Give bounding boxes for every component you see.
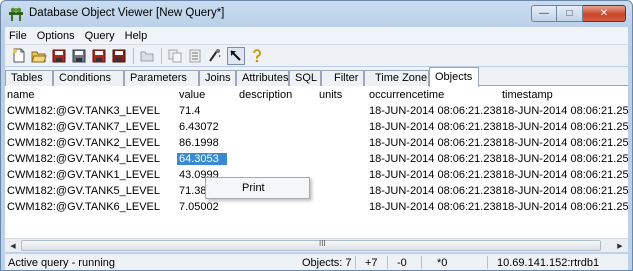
status-count-changed: *0 [437, 257, 448, 269]
app-window: Database Object Viewer [New Query*] — □ … [0, 0, 633, 271]
status-divider [487, 256, 488, 269]
context-menu: Print [205, 177, 310, 199]
toolbar [5, 44, 628, 66]
results-table[interactable]: name value description units occurrencet… [5, 86, 628, 238]
tab-sql[interactable]: SQL [289, 70, 321, 86]
horizontal-scrollbar[interactable]: ◀ III ▶ [5, 238, 628, 252]
column-header-units[interactable]: units [319, 89, 342, 101]
close-icon: ✕ [599, 8, 609, 19]
table-row[interactable]: CWM182:@GV.TANK2_LEVEL 86.1998 18-JUN-20… [5, 136, 628, 151]
table-row[interactable]: CWM182:@GV.TANK7_LEVEL 6.43072 18-JUN-20… [5, 120, 628, 135]
help-icon[interactable] [249, 48, 265, 64]
table-row[interactable]: CWM182:@GV.TANK1_LEVEL 43.0999 18-JUN-20… [5, 168, 628, 183]
open-icon[interactable] [31, 48, 47, 64]
status-query-state: Active query - running [8, 257, 115, 269]
status-divider [355, 256, 356, 269]
menu-options[interactable]: Options [33, 30, 81, 42]
tab-parameters[interactable]: Parameters [124, 70, 199, 86]
table-row[interactable]: CWM182:@GV.TANK6_LEVEL 7.05002 18-JUN-20… [5, 200, 628, 215]
window-title: Database Object Viewer [New Query*] [29, 7, 225, 19]
close-button[interactable]: ✕ [583, 5, 626, 22]
toolbar-separator [161, 47, 162, 64]
save-red-as-icon[interactable] [91, 48, 107, 64]
table-row[interactable]: CWM182:@GV.TANK3_LEVEL 71.4 18-JUN-2014 … [5, 104, 628, 119]
status-object-count: Objects: 7 [302, 257, 352, 269]
column-header-occurrencetime[interactable]: occurrencetime [369, 89, 444, 101]
selected-value-cell[interactable]: 64.3053 [177, 153, 227, 165]
scroll-right-arrow-icon[interactable]: ▶ [613, 240, 627, 251]
toolbar-separator [133, 47, 134, 64]
scroll-left-arrow-icon[interactable]: ◀ [6, 240, 20, 251]
tab-strip: Tables Conditions Parameters Joins Attri… [5, 67, 628, 87]
maximize-button[interactable]: □ [557, 5, 583, 22]
new-icon[interactable] [11, 48, 27, 64]
column-header-value[interactable]: value [179, 89, 205, 101]
minimize-icon: — [539, 8, 549, 19]
tab-objects[interactable]: Objects [429, 67, 479, 87]
table-row[interactable]: CWM182:@GV.TANK4_LEVEL 64.3053 18-JUN-20… [5, 152, 628, 167]
menu-query[interactable]: Query [81, 30, 121, 42]
folder-icon[interactable] [139, 48, 155, 64]
save-red-all-icon[interactable] [111, 48, 127, 64]
scrollbar-thumb[interactable]: III [21, 239, 601, 251]
status-count-added: +7 [365, 257, 378, 269]
title-bar[interactable]: Database Object Viewer [New Query*] — □ … [1, 1, 632, 27]
tab-conditions[interactable]: Conditions [53, 70, 124, 86]
maximize-icon: □ [566, 8, 573, 19]
table-header: name value description units occurrencet… [5, 88, 628, 103]
status-divider [387, 256, 388, 269]
tab-joins[interactable]: Joins [199, 70, 236, 86]
tab-tables[interactable]: Tables [5, 70, 53, 86]
minimize-button[interactable]: — [531, 5, 557, 22]
column-header-name[interactable]: name [7, 89, 35, 101]
save-red-icon[interactable] [51, 48, 67, 64]
list-icon[interactable] [187, 48, 203, 64]
status-divider [421, 256, 422, 269]
tab-attributes[interactable]: Attributes [236, 70, 289, 86]
select-cursor-icon[interactable] [227, 46, 245, 65]
status-count-removed: -0 [397, 257, 407, 269]
column-header-timestamp[interactable]: timestamp [502, 89, 553, 101]
status-bar: Active query - running Objects: 7 +7 -0 … [5, 253, 628, 270]
run-icon[interactable] [207, 48, 223, 64]
menu-bar: File Options Query Help [5, 27, 628, 44]
menu-help[interactable]: Help [121, 30, 154, 42]
tab-filter[interactable]: Filter [321, 70, 364, 86]
database-viewer-app-icon [8, 6, 24, 22]
status-server: 10.69.141.152:rtrdb1 [497, 257, 600, 269]
scrollbar-grip: III [319, 239, 326, 248]
table-row[interactable]: CWM182:@GV.TANK5_LEVEL 71.38 18-JUN-2014… [5, 184, 628, 199]
column-header-description[interactable]: description [239, 89, 292, 101]
tab-time-zone[interactable]: Time Zone [364, 70, 429, 86]
context-menu-print[interactable]: Print [242, 182, 265, 194]
copy-icon[interactable] [167, 48, 183, 64]
menu-file[interactable]: File [5, 30, 33, 42]
save-icon[interactable] [71, 48, 87, 64]
